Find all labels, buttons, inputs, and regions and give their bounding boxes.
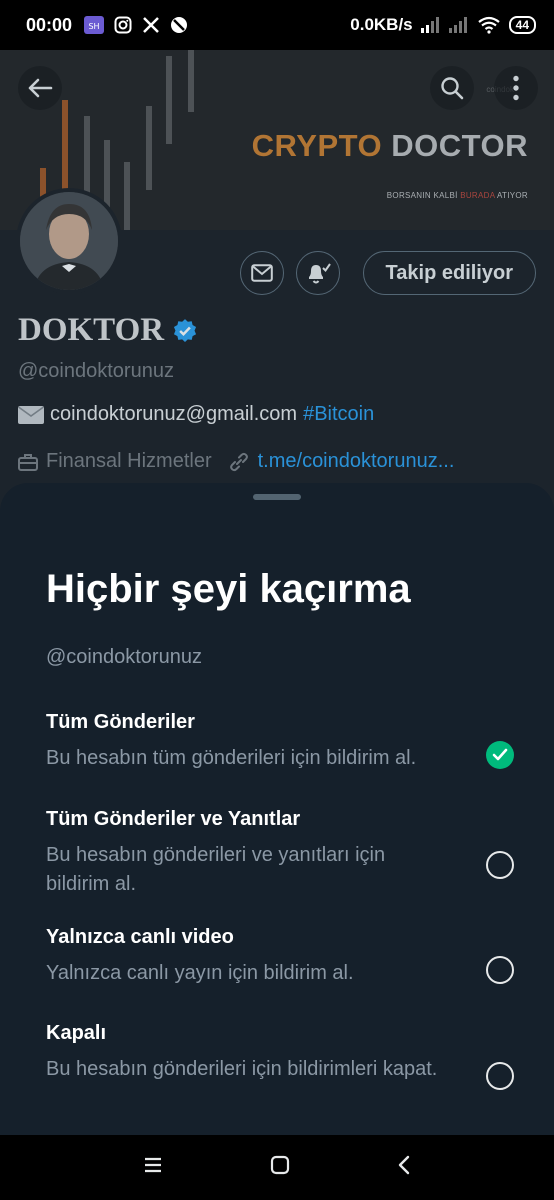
status-time: 00:00 xyxy=(26,14,73,35)
blocked-icon xyxy=(171,17,188,33)
option-title: Kapalı xyxy=(46,1022,107,1044)
option-title: Tüm Gönderiler xyxy=(46,711,195,733)
profile-handle: @coindoktorunuz xyxy=(18,360,174,382)
search-icon xyxy=(441,77,464,100)
notifications-button[interactable] xyxy=(296,251,340,295)
avatar[interactable] xyxy=(16,188,122,294)
mail-icon xyxy=(251,264,273,282)
option-posts-and-replies[interactable]: Tüm Gönderiler ve Yanıtlar Bu hesabın gö… xyxy=(46,808,516,899)
signal-icon-2 xyxy=(448,17,467,33)
message-button[interactable] xyxy=(240,251,284,295)
option-off[interactable]: Kapalı Bu hesabın gönderileri için bildi… xyxy=(46,1022,516,1090)
envelope-emoji-icon xyxy=(18,405,44,424)
sheet-drag-handle[interactable] xyxy=(253,494,301,500)
square-icon xyxy=(270,1155,290,1175)
banner-candle xyxy=(62,100,68,190)
more-options-button[interactable] xyxy=(494,66,538,110)
banner-title-part1: CRYPTO xyxy=(251,128,383,163)
profile-bio: coindoktorunuz@gmail.com #Bitcoin xyxy=(18,403,374,426)
profile-category: Finansal Hizmetler xyxy=(46,450,212,472)
status-notification-icons: SH xyxy=(84,16,188,34)
option-description: Bu hesabın gönderileri için bildirimleri… xyxy=(46,1058,438,1080)
system-back-button[interactable] xyxy=(397,1155,411,1180)
network-speed: 0.0KB/s xyxy=(350,15,413,34)
verified-badge-icon xyxy=(174,318,197,342)
banner-title: CRYPTO DOCTOR xyxy=(252,128,528,164)
radio-unselected[interactable] xyxy=(486,851,514,879)
banner-candle xyxy=(124,162,130,230)
avatar-image xyxy=(20,192,118,290)
banner-tagline: BORSANIN KALBİ BURADA ATIYOR xyxy=(387,191,528,200)
radio-unselected[interactable] xyxy=(486,1062,514,1090)
chevron-left-icon xyxy=(398,1155,409,1175)
bio-email[interactable]: coindoktorunuz@gmail.com xyxy=(50,403,297,426)
back-button[interactable] xyxy=(18,66,62,110)
option-live-video-only[interactable]: Yalnızca canlı video Yalnızca canlı yayı… xyxy=(46,926,516,988)
bio-hashtag[interactable]: #Bitcoin xyxy=(303,403,374,426)
svg-text:SH: SH xyxy=(89,22,100,31)
wifi-icon xyxy=(477,16,500,34)
option-all-posts[interactable]: Tüm Gönderiler Bu hesabın tüm gönderiler… xyxy=(46,711,516,773)
profile-link[interactable]: t.me/coindoktorunuz... xyxy=(258,450,455,473)
home-button[interactable] xyxy=(270,1155,290,1180)
banner-tagline-part3: ATIYOR xyxy=(497,191,528,200)
more-vertical-icon xyxy=(513,75,519,101)
sheet-handle: @coindoktorunuz xyxy=(46,646,202,668)
briefcase-icon xyxy=(18,453,38,471)
app-notification-icon: SH xyxy=(84,16,105,34)
x-logo-icon xyxy=(143,17,159,33)
search-button[interactable] xyxy=(430,66,474,110)
option-description: Yalnızca canlı yayın için bildirim al. xyxy=(46,962,354,984)
profile-display-name: DOKTOR xyxy=(18,312,198,349)
status-bar: 00:00 SH 0.0KB/s 44 xyxy=(0,0,554,50)
option-title: Tüm Gönderiler ve Yanıtlar xyxy=(46,808,301,830)
status-right: 0.0KB/s 44 xyxy=(350,15,536,35)
link-icon xyxy=(229,452,248,471)
banner-candle xyxy=(188,50,194,112)
banner-tagline-part1: BORSANIN KALBİ xyxy=(386,191,458,200)
option-description: Bu hesabın gönderileri ve yanıtları için… xyxy=(46,844,386,895)
following-button[interactable]: Takip ediliyor xyxy=(362,251,536,295)
banner-title-part2: DOCTOR xyxy=(391,128,528,163)
sheet-title: Hiçbir şeyi kaçırma xyxy=(46,567,411,611)
arrow-left-icon xyxy=(28,78,53,98)
battery-indicator: 44 xyxy=(508,16,536,34)
radio-selected[interactable] xyxy=(486,741,514,769)
check-icon xyxy=(492,748,508,761)
profile-section: Takip ediliyor DOKTOR @coindoktorunuz co… xyxy=(0,188,554,500)
bell-check-icon xyxy=(309,263,331,284)
notification-settings-sheet: Hiçbir şeyi kaçırma @coindoktorunuz Tüm … xyxy=(0,483,554,1135)
banner-candle xyxy=(166,56,172,144)
option-title: Yalnızca canlı video xyxy=(46,926,234,948)
radio-unselected[interactable] xyxy=(486,956,514,984)
banner-candle xyxy=(146,106,152,190)
system-nav-bar xyxy=(0,1135,554,1200)
display-name-text: DOKTOR xyxy=(18,312,165,348)
banner-candle xyxy=(104,140,110,210)
menu-icon xyxy=(145,1157,162,1173)
option-description: Bu hesabın tüm gönderileri için bildirim… xyxy=(46,747,417,769)
banner-tagline-part2: BURADA xyxy=(460,191,495,200)
recents-button[interactable] xyxy=(143,1157,163,1178)
profile-meta: Finansal Hizmetler t.me/coindoktorunuz..… xyxy=(18,450,454,473)
instagram-icon xyxy=(114,16,132,34)
signal-icon xyxy=(420,17,439,33)
